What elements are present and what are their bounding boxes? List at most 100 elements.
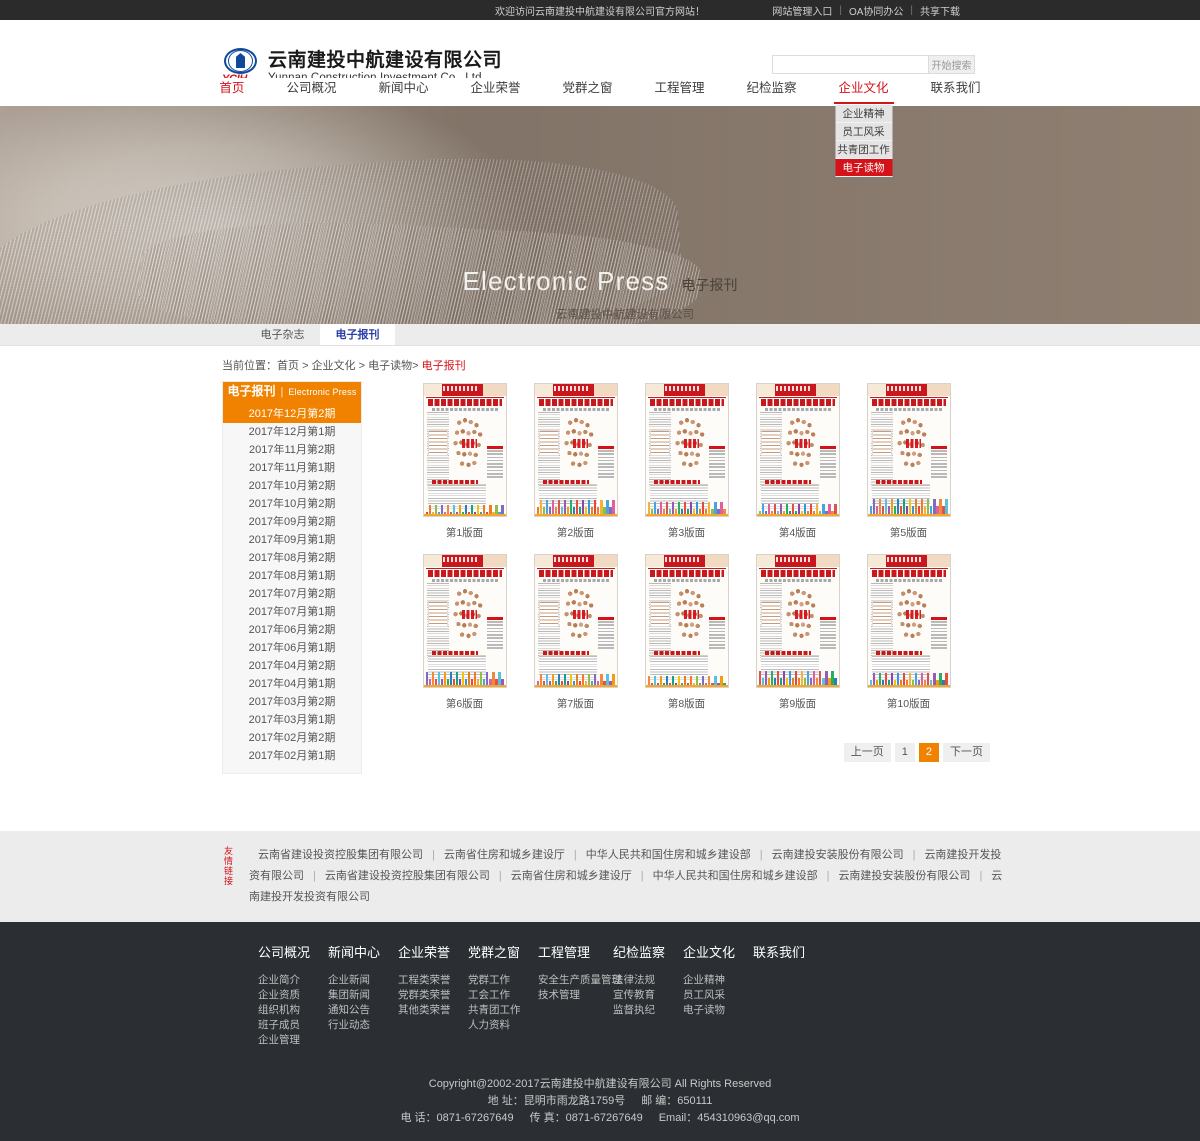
footer-column-link[interactable]: 共青团工作 xyxy=(468,1003,538,1018)
sidebar-issue-item[interactable]: 2017年04月第2期 xyxy=(223,657,361,675)
sidebar-issue-item[interactable]: 2017年03月第1期 xyxy=(223,711,361,729)
nav-item-discipline-inspection[interactable]: 纪检监察 xyxy=(726,78,818,98)
footer-column-link[interactable]: 企业资质 xyxy=(258,988,328,1003)
newspaper-thumbnail[interactable] xyxy=(423,554,507,688)
footer-column-title[interactable]: 工程管理 xyxy=(538,942,613,961)
breadcrumb-item-home[interactable]: 首页 xyxy=(277,360,299,372)
sidebar-issue-item[interactable]: 2017年09月第2期 xyxy=(223,513,361,531)
footer-column-link[interactable]: 通知公告 xyxy=(328,1003,398,1018)
sidebar-issue-item[interactable]: 2017年08月第2期 xyxy=(223,549,361,567)
nav-item-enterprise-honor[interactable]: 企业荣誉 xyxy=(449,78,541,98)
footer-column-link[interactable]: 集团新闻 xyxy=(328,988,398,1003)
sidebar-issue-item[interactable]: 2017年12月第1期 xyxy=(223,423,361,441)
footer-column-link[interactable]: 组织机构 xyxy=(258,1003,328,1018)
sidebar-issue-item[interactable]: 2017年02月第2期 xyxy=(223,729,361,747)
nav-item-contact-us[interactable]: 联系我们 xyxy=(910,78,1002,98)
search-input[interactable] xyxy=(773,56,928,73)
dropdown-item-enterprise-spirit[interactable]: 企业精神 xyxy=(835,105,892,123)
footer-column-link[interactable]: 工程类荣誉 xyxy=(398,973,468,988)
dropdown-item-youth-league-work[interactable]: 共青团工作 xyxy=(835,141,892,159)
tab-electronic-magazine[interactable]: 电子杂志 xyxy=(245,324,320,345)
footer-column-link[interactable]: 监督执纪 xyxy=(613,1003,683,1018)
newspaper-thumbnail[interactable] xyxy=(423,383,507,517)
thumbnail-footer-band xyxy=(646,514,728,516)
sidebar-issue-item[interactable]: 2017年06月第1期 xyxy=(223,639,361,657)
sidebar-issue-item[interactable]: 2017年10月第2期 xyxy=(223,477,361,495)
thumbnail-headline xyxy=(650,399,724,406)
footer-column-link[interactable]: 企业新闻 xyxy=(328,973,398,988)
sidebar-issue-item[interactable]: 2017年07月第2期 xyxy=(223,585,361,603)
thumbnail-index-row xyxy=(598,473,614,475)
dropdown-item-electronic-reading[interactable]: 电子读物 xyxy=(835,159,892,177)
footer-column-title[interactable]: 企业文化 xyxy=(683,942,753,961)
search-button[interactable]: 开始搜索 xyxy=(928,56,974,73)
footer-column-link[interactable]: 法律法规 xyxy=(613,973,683,988)
footer-column-title[interactable]: 新闻中心 xyxy=(328,942,398,961)
footer-column-link[interactable]: 企业简介 xyxy=(258,973,328,988)
newspaper-thumbnail[interactable] xyxy=(534,383,618,517)
footer-column-link[interactable]: 班子成员 xyxy=(258,1018,328,1033)
footer-column-title[interactable]: 党群之窗 xyxy=(468,942,538,961)
nav-item-project-management[interactable]: 工程管理 xyxy=(634,78,726,98)
footer-column-link[interactable]: 电子读物 xyxy=(683,1003,753,1018)
sidebar-issue-item[interactable]: 2017年11月第1期 xyxy=(223,459,361,477)
footer-column-link[interactable]: 安全生产质量管理 xyxy=(538,973,613,988)
sidebar-issue-item[interactable]: 2017年11月第2期 xyxy=(223,441,361,459)
nav-item-corporate-culture[interactable]: 企业文化 企业精神 员工风采 共青团工作 电子读物 xyxy=(818,78,910,98)
footer-column-link[interactable]: 工会工作 xyxy=(468,988,538,1003)
site-admin-link[interactable]: 网站管理入口 xyxy=(772,3,832,18)
newspaper-thumbnail[interactable] xyxy=(867,383,951,517)
nav-item-home[interactable]: 首页 xyxy=(198,78,265,98)
sidebar-issue-item[interactable]: 2017年04月第1期 xyxy=(223,675,361,693)
friendly-link[interactable]: 云南建投安装股份有限公司 xyxy=(772,849,904,861)
breadcrumb-item-culture[interactable]: 企业文化 xyxy=(312,360,356,372)
nav-item-party-window[interactable]: 党群之窗 xyxy=(541,78,633,98)
friendly-link[interactable]: 云南省住房和城乡建设厅 xyxy=(444,849,565,861)
footer-column-title[interactable]: 纪检监察 xyxy=(613,942,683,961)
footer-column-link[interactable]: 宣传教育 xyxy=(613,988,683,1003)
sidebar-issue-item[interactable]: 2017年12月第2期 xyxy=(223,405,361,423)
sidebar-issue-item[interactable]: 2017年03月第2期 xyxy=(223,693,361,711)
pagination-page-1[interactable]: 1 xyxy=(895,743,915,762)
newspaper-thumbnail[interactable] xyxy=(867,554,951,688)
footer-column-link[interactable]: 行业动态 xyxy=(328,1018,398,1033)
footer-column-link[interactable]: 党群工作 xyxy=(468,973,538,988)
sidebar-issue-item[interactable]: 2017年09月第1期 xyxy=(223,531,361,549)
newspaper-thumbnail[interactable] xyxy=(756,383,840,517)
friendly-link[interactable]: 云南建投安装股份有限公司 xyxy=(838,870,970,882)
sidebar-issue-item[interactable]: 2017年02月第1期 xyxy=(223,747,361,765)
footer-column-title[interactable]: 企业荣誉 xyxy=(398,942,468,961)
footer-column-link[interactable]: 技术管理 xyxy=(538,988,613,1003)
nav-item-news-center[interactable]: 新闻中心 xyxy=(357,78,449,98)
friendly-link[interactable]: 云南省建设投资控股集团有限公司 xyxy=(325,870,490,882)
newspaper-thumbnail[interactable] xyxy=(534,554,618,688)
footer-column-link[interactable]: 企业管理 xyxy=(258,1033,328,1048)
footer-column-title[interactable]: 公司概况 xyxy=(258,942,328,961)
pagination-next[interactable]: 下一页 xyxy=(943,743,990,762)
footer-column-link[interactable]: 党群类荣誉 xyxy=(398,988,468,1003)
footer-column-title[interactable]: 联系我们 xyxy=(753,942,823,961)
friendly-link[interactable]: 云南省建设投资控股集团有限公司 xyxy=(258,849,423,861)
footer-column-link[interactable]: 其他类荣誉 xyxy=(398,1003,468,1018)
nav-item-company-overview[interactable]: 公司概况 xyxy=(265,78,357,98)
sidebar-issue-item[interactable]: 2017年08月第1期 xyxy=(223,567,361,585)
newspaper-thumbnail[interactable] xyxy=(645,383,729,517)
sidebar-issue-item[interactable]: 2017年06月第2期 xyxy=(223,621,361,639)
friendly-link[interactable]: 中华人民共和国住房和城乡建设部 xyxy=(586,849,751,861)
newspaper-thumbnail[interactable] xyxy=(645,554,729,688)
shared-download-link[interactable]: 共享下载 xyxy=(920,3,960,18)
sidebar-issue-item[interactable]: 2017年10月第2期 xyxy=(223,495,361,513)
newspaper-thumbnail[interactable] xyxy=(756,554,840,688)
friendly-link[interactable]: 云南省住房和城乡建设厅 xyxy=(511,870,632,882)
dropdown-item-employee-style[interactable]: 员工风采 xyxy=(835,123,892,141)
friendly-link[interactable]: 中华人民共和国住房和城乡建设部 xyxy=(653,870,818,882)
breadcrumb-item-reading[interactable]: 电子读物 xyxy=(368,360,412,372)
oa-office-link[interactable]: OA协同办公 xyxy=(849,3,903,18)
sidebar-issue-item[interactable]: 2017年07月第1期 xyxy=(223,603,361,621)
footer-column-link[interactable]: 企业精神 xyxy=(683,973,753,988)
tab-electronic-press[interactable]: 电子报刊 xyxy=(320,324,395,345)
footer-column-link[interactable]: 人力资料 xyxy=(468,1018,538,1033)
pagination-page-2[interactable]: 2 xyxy=(919,743,939,762)
footer-column-link[interactable]: 员工风采 xyxy=(683,988,753,1003)
pagination-prev[interactable]: 上一页 xyxy=(844,743,891,762)
